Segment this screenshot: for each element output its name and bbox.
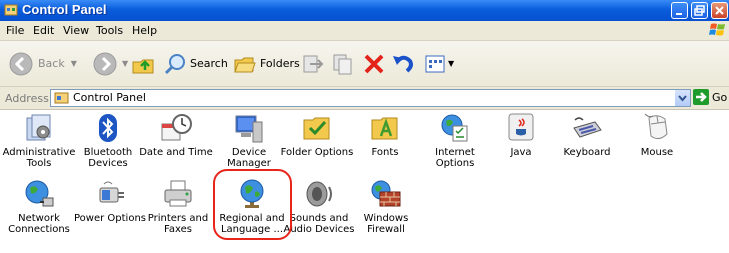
control-panel-small-icon bbox=[54, 92, 69, 104]
back-dropdown-icon[interactable]: ▼ bbox=[71, 59, 77, 68]
back-label: Back bbox=[38, 57, 65, 70]
delete-button[interactable] bbox=[362, 41, 386, 86]
power-options-icon bbox=[99, 181, 124, 203]
go-label: Go bbox=[712, 91, 728, 104]
item-mouse[interactable]: Mouse bbox=[624, 112, 690, 170]
network-connections-icon bbox=[25, 180, 54, 207]
move-to-button[interactable] bbox=[301, 41, 325, 86]
keyboard-icon bbox=[573, 117, 602, 138]
toolbar: Back ▼ ▼ Search Folders ▼ bbox=[0, 41, 729, 87]
copy-to-icon bbox=[333, 54, 352, 74]
folders-label: Folders bbox=[260, 57, 300, 70]
mouse-icon bbox=[644, 113, 668, 140]
address-bar: Address Control Panel Go bbox=[0, 87, 729, 110]
fonts-icon bbox=[371, 117, 398, 140]
item-power-options[interactable]: Power Options bbox=[74, 178, 146, 236]
item-internet-options[interactable]: Internet Options bbox=[422, 112, 488, 170]
undo-button[interactable] bbox=[391, 41, 415, 86]
back-button[interactable]: Back ▼ bbox=[8, 41, 77, 86]
minimize-icon bbox=[676, 13, 682, 15]
item-label: Keyboard bbox=[563, 147, 611, 158]
internet-options-icon bbox=[441, 114, 468, 142]
administrative-tools-icon bbox=[26, 114, 51, 141]
go-arrow-icon bbox=[693, 89, 709, 105]
views-dropdown-icon[interactable]: ▼ bbox=[448, 59, 454, 68]
item-label: Bluetooth Devices bbox=[83, 147, 133, 169]
title-bar: Control Panel bbox=[0, 0, 729, 21]
highlight-annotation bbox=[213, 169, 292, 240]
device-manager-icon bbox=[235, 115, 263, 143]
item-administrative-tools[interactable]: Administrative Tools bbox=[3, 112, 75, 170]
address-dropdown-button[interactable] bbox=[675, 90, 690, 106]
folders-icon bbox=[234, 57, 256, 72]
item-keyboard[interactable]: Keyboard bbox=[554, 112, 620, 170]
sounds-audio-icon bbox=[306, 181, 332, 207]
item-bluetooth-devices[interactable]: Bluetooth Devices bbox=[75, 112, 141, 170]
undo-icon bbox=[393, 55, 413, 73]
folders-button[interactable]: Folders bbox=[233, 41, 300, 86]
item-label: Network Connections bbox=[8, 213, 70, 235]
chevron-down-icon bbox=[678, 95, 687, 102]
minimize-button[interactable] bbox=[671, 2, 688, 19]
firewall-icon bbox=[371, 180, 401, 207]
delete-icon bbox=[364, 54, 384, 73]
search-label: Search bbox=[190, 57, 228, 70]
menu-help[interactable]: Help bbox=[132, 24, 157, 37]
up-folder-icon bbox=[132, 59, 154, 73]
copy-to-button[interactable] bbox=[331, 41, 355, 86]
control-panel-icon bbox=[4, 4, 18, 16]
maximize-button[interactable] bbox=[691, 2, 708, 19]
item-label: Device Manager bbox=[227, 147, 271, 169]
item-java[interactable]: Java bbox=[488, 112, 554, 170]
folder-options-icon bbox=[303, 117, 330, 140]
move-to-icon bbox=[303, 55, 324, 72]
views-icon bbox=[425, 55, 445, 72]
search-button[interactable]: Search bbox=[164, 41, 228, 86]
close-button[interactable] bbox=[711, 2, 728, 19]
item-fonts[interactable]: Fonts bbox=[352, 112, 418, 170]
forward-dropdown-icon[interactable]: ▼ bbox=[122, 59, 128, 68]
item-label: Date and Time bbox=[139, 147, 213, 158]
item-label: Power Options bbox=[74, 213, 146, 224]
menu-file[interactable]: File bbox=[6, 24, 24, 37]
item-windows-firewall[interactable]: Windows Firewall bbox=[353, 178, 419, 236]
up-folder-button[interactable] bbox=[131, 41, 155, 86]
bluetooth-icon bbox=[99, 114, 117, 142]
windows-logo-icon bbox=[709, 23, 725, 36]
views-button[interactable]: ▼ bbox=[425, 41, 454, 86]
java-icon bbox=[508, 113, 534, 141]
date-time-icon bbox=[161, 114, 192, 141]
menu-edit[interactable]: Edit bbox=[33, 24, 54, 37]
item-label: Fonts bbox=[371, 147, 399, 158]
item-sounds-and-audio-devices[interactable]: Sounds and Audio Devices bbox=[283, 178, 355, 236]
item-folder-options[interactable]: Folder Options bbox=[281, 112, 353, 170]
menu-view[interactable]: View bbox=[63, 24, 89, 37]
window-title: Control Panel bbox=[22, 2, 107, 17]
go-button[interactable]: Go bbox=[693, 89, 727, 107]
printers-faxes-icon bbox=[164, 180, 192, 207]
address-value: Control Panel bbox=[73, 91, 146, 104]
item-label: Mouse bbox=[640, 147, 674, 158]
item-label: Folder Options bbox=[280, 147, 354, 158]
forward-arrow-icon bbox=[93, 52, 117, 75]
menu-bar: File Edit View Tools Help bbox=[0, 21, 729, 41]
restore-icon bbox=[694, 5, 705, 16]
forward-button[interactable]: ▼ bbox=[92, 41, 128, 86]
close-icon bbox=[715, 6, 724, 15]
item-label: Administrative Tools bbox=[2, 147, 76, 169]
item-date-and-time[interactable]: Date and Time bbox=[139, 112, 213, 170]
address-label: Address bbox=[5, 92, 49, 105]
menu-tools[interactable]: Tools bbox=[96, 24, 123, 37]
back-arrow-icon bbox=[9, 52, 33, 75]
item-device-manager[interactable]: Device Manager bbox=[216, 112, 282, 170]
address-input[interactable]: Control Panel bbox=[50, 89, 691, 107]
search-icon bbox=[164, 53, 185, 74]
item-label: Printers and Faxes bbox=[147, 213, 209, 235]
item-network-connections[interactable]: Network Connections bbox=[6, 178, 72, 236]
item-label: Windows Firewall bbox=[363, 213, 409, 235]
item-printers-and-faxes[interactable]: Printers and Faxes bbox=[145, 178, 211, 236]
